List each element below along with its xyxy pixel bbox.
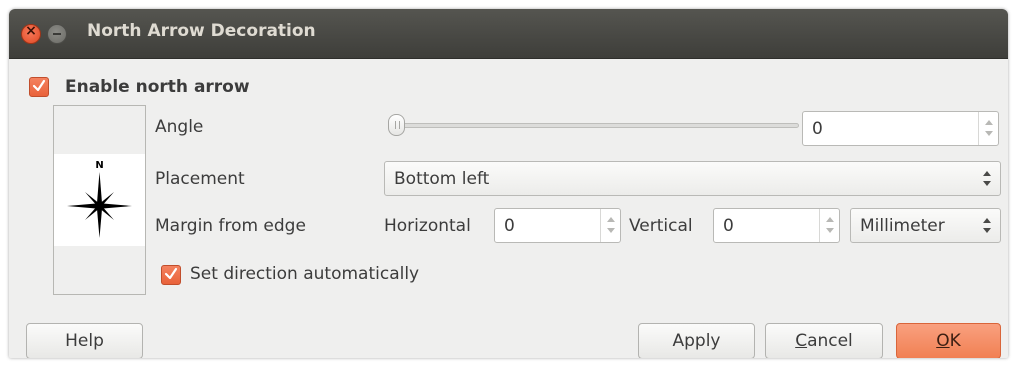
enable-north-arrow-label[interactable]: Enable north arrow <box>65 77 250 97</box>
spin-up-icon <box>985 120 993 125</box>
dropdown-arrows-icon <box>982 209 992 242</box>
cancel-button-label: ancel <box>807 331 853 351</box>
vertical-margin-value: 0 <box>723 216 734 236</box>
cancel-mnemonic: C <box>795 331 808 351</box>
angle-label: Angle <box>155 117 204 137</box>
vertical-margin-spinbox[interactable]: 0 <box>713 208 840 243</box>
horizontal-margin-spinbox[interactable]: 0 <box>494 208 621 243</box>
window-title: North Arrow Decoration <box>87 21 316 41</box>
preview-canvas: N <box>54 154 145 246</box>
north-arrow-star-icon: N <box>67 160 132 238</box>
angle-spin-arrows[interactable] <box>978 112 998 145</box>
ok-mnemonic: O <box>936 331 950 351</box>
checkmark-icon <box>32 79 46 92</box>
north-arrow-preview: N <box>53 105 146 295</box>
spin-up-icon <box>607 217 615 222</box>
unit-dropdown[interactable]: Millimeter <box>850 208 1001 243</box>
margin-label: Margin from edge <box>155 216 306 236</box>
angle-spinbox[interactable]: 0 <box>802 111 999 146</box>
set-direction-auto-checkbox[interactable] <box>161 265 181 285</box>
spin-down-icon <box>607 228 615 233</box>
horizontal-label: Horizontal <box>384 216 471 236</box>
minimize-icon[interactable] <box>47 24 67 44</box>
spin-down-icon <box>826 228 834 233</box>
ok-button[interactable]: OK <box>896 323 1001 358</box>
cancel-button[interactable]: Cancel <box>765 323 883 358</box>
north-letter: N <box>95 160 103 171</box>
checkmark-icon <box>164 267 178 280</box>
dropdown-arrows-icon <box>982 162 992 195</box>
enable-north-arrow-checkbox[interactable] <box>29 77 49 97</box>
placement-dropdown[interactable]: Bottom left <box>384 161 1001 196</box>
title-bar: × North Arrow Decoration <box>9 9 1008 59</box>
close-icon[interactable]: × <box>21 23 41 44</box>
placement-value: Bottom left <box>394 169 490 189</box>
set-direction-auto-label[interactable]: Set direction automatically <box>190 264 419 284</box>
spin-down-icon <box>985 131 993 136</box>
apply-button-label: Apply <box>672 331 721 351</box>
horizontal-spin-arrows[interactable] <box>600 209 620 242</box>
angle-slider[interactable] <box>397 123 799 128</box>
placement-label: Placement <box>155 169 245 189</box>
vertical-label: Vertical <box>629 216 693 236</box>
spin-up-icon <box>826 217 834 222</box>
help-button-label: Help <box>65 331 104 351</box>
horizontal-margin-value: 0 <box>504 216 515 236</box>
vertical-spin-arrows[interactable] <box>819 209 839 242</box>
dialog-window: × North Arrow Decoration Enable north ar… <box>9 9 1008 358</box>
unit-value: Millimeter <box>860 216 945 236</box>
help-button[interactable]: Help <box>26 323 143 358</box>
apply-button[interactable]: Apply <box>638 323 755 358</box>
angle-slider-handle[interactable] <box>388 114 405 136</box>
ok-button-label: K <box>949 331 961 351</box>
angle-value: 0 <box>812 119 823 139</box>
